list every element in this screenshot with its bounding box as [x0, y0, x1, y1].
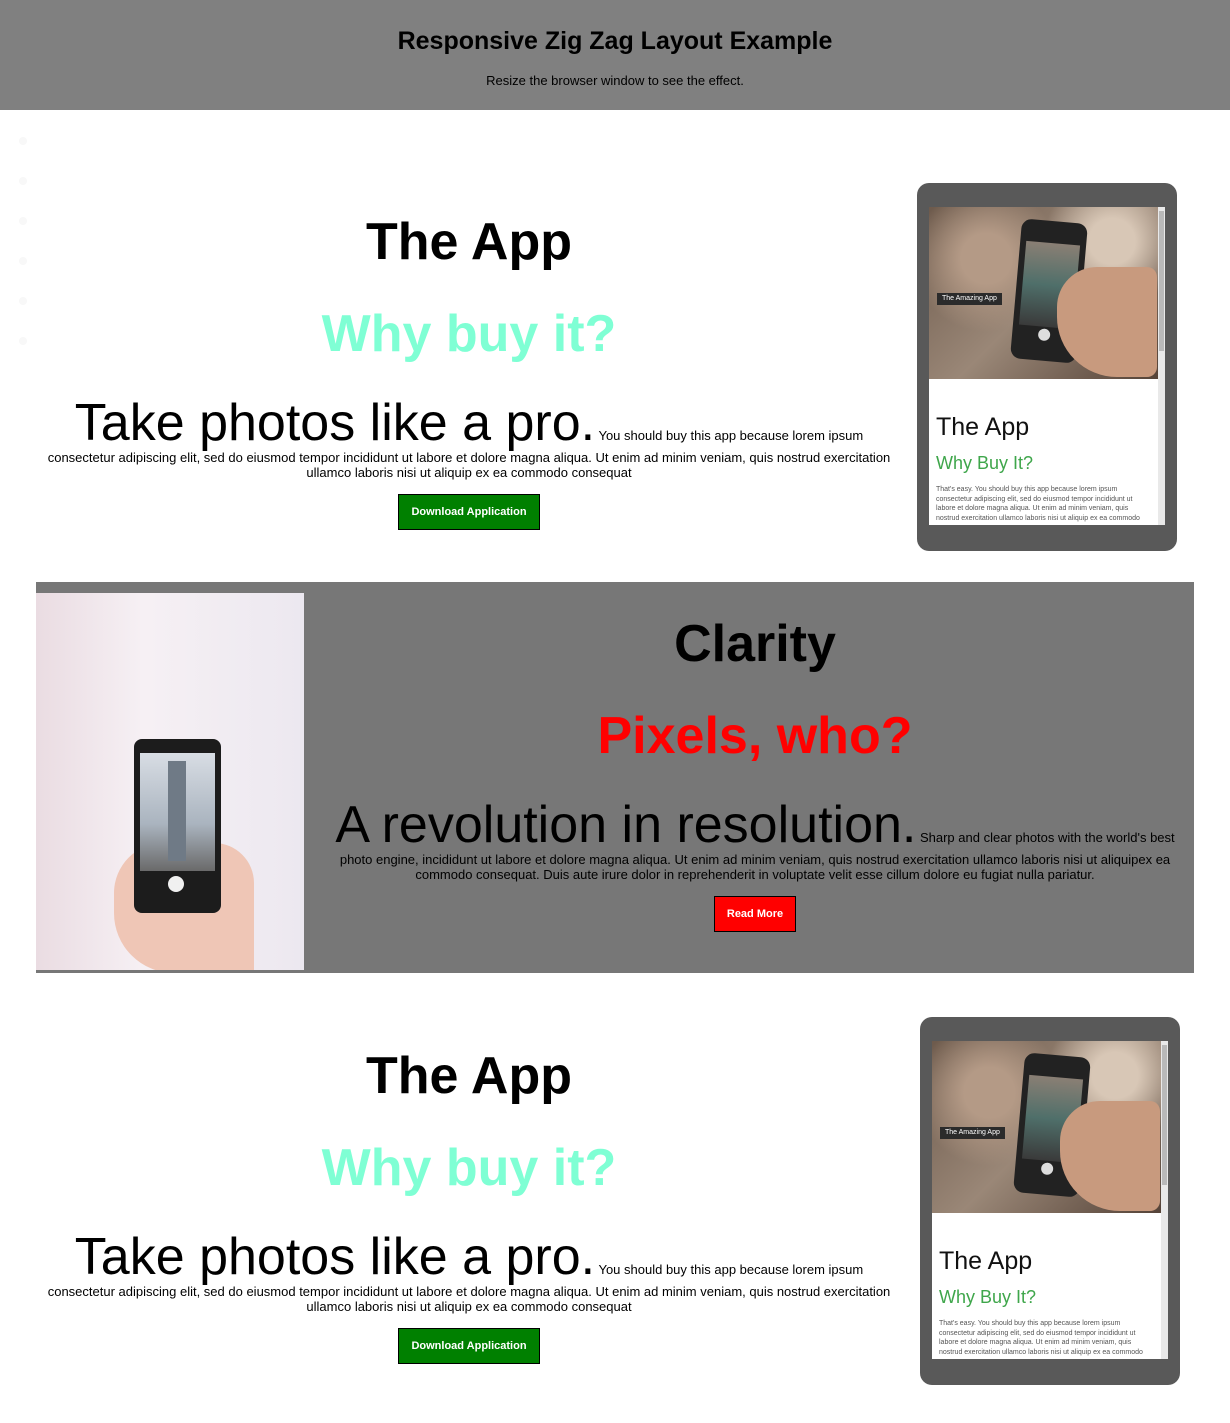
- hero-photo: The Amazing App: [929, 207, 1158, 379]
- zigzag-section-clarity: Clarity Pixels, who? A revolution in res…: [36, 582, 1194, 973]
- section-lead: Take photos like a pro.: [74, 394, 596, 452]
- section-text: The App Why buy it? Take photos like a p…: [44, 1044, 894, 1364]
- download-application-button[interactable]: Download Application: [398, 1328, 540, 1364]
- dot: [19, 217, 27, 225]
- app-badge: The Amazing App: [940, 1127, 1005, 1139]
- dot: [19, 137, 27, 145]
- scrollbar-thumb[interactable]: [1159, 211, 1164, 351]
- page-header: Responsive Zig Zag Layout Example Resize…: [0, 0, 1230, 110]
- tablet-subtitle: Why Buy It?: [939, 1287, 1037, 1307]
- phone-photo: [36, 593, 304, 970]
- section-lead: A revolution in resolution.: [335, 796, 917, 854]
- tablet-mockup: The Amazing App The App Why Buy It? That…: [917, 183, 1177, 551]
- section-body: Take photos like a pro. You should buy t…: [44, 396, 894, 480]
- tablet-title: The App: [939, 1247, 1033, 1275]
- tablet-body: That's easy. You should buy this app bec…: [939, 1320, 1143, 1356]
- section-subtitle: Why buy it?: [321, 1139, 617, 1197]
- section-title: The App: [365, 213, 573, 271]
- tablet-screen: The Amazing App The App Why Buy It? That…: [932, 1041, 1168, 1359]
- zigzag-section-app-repeat: The App Why buy it? Take photos like a p…: [36, 1004, 1194, 1404]
- tablet-scrollbar[interactable]: [1161, 1041, 1168, 1359]
- section-lead: Take photos like a pro.: [74, 1228, 596, 1286]
- section-text: Clarity Pixels, who? A revolution in res…: [324, 612, 1186, 932]
- dot: [19, 337, 27, 345]
- read-more-button[interactable]: Read More: [713, 896, 797, 932]
- phone-in-photo: [134, 739, 221, 913]
- dot: [19, 257, 27, 265]
- tablet-scrollbar[interactable]: [1158, 207, 1165, 525]
- tablet-subtitle: Why Buy It?: [936, 453, 1034, 473]
- section-body: A revolution in resolution. Sharp and cl…: [324, 798, 1186, 882]
- page-subtitle: Resize the browser window to see the eff…: [486, 73, 744, 88]
- section-title: Clarity: [674, 615, 836, 673]
- section-body: Take photos like a pro. You should buy t…: [44, 1230, 894, 1314]
- section-subtitle: Pixels, who?: [597, 707, 913, 765]
- page-title: Responsive Zig Zag Layout Example: [397, 27, 833, 55]
- dot: [19, 297, 27, 305]
- tablet-body: That's easy. You should buy this app bec…: [936, 486, 1140, 522]
- scrollbar-thumb[interactable]: [1162, 1045, 1167, 1185]
- zigzag-section-app: The App Why buy it? Take photos like a p…: [36, 170, 1194, 570]
- download-application-button[interactable]: Download Application: [398, 494, 540, 530]
- tablet-title: The App: [936, 413, 1030, 441]
- decorative-dots: [19, 137, 27, 377]
- tablet-mockup: The Amazing App The App Why Buy It? That…: [920, 1017, 1180, 1385]
- section-text: The App Why buy it? Take photos like a p…: [44, 210, 894, 530]
- hero-photo: The Amazing App: [932, 1041, 1161, 1213]
- section-subtitle: Why buy it?: [321, 305, 617, 363]
- tablet-screen: The Amazing App The App Why Buy It? That…: [929, 207, 1165, 525]
- dot: [19, 177, 27, 185]
- section-title: The App: [365, 1047, 573, 1105]
- app-badge: The Amazing App: [937, 293, 1002, 305]
